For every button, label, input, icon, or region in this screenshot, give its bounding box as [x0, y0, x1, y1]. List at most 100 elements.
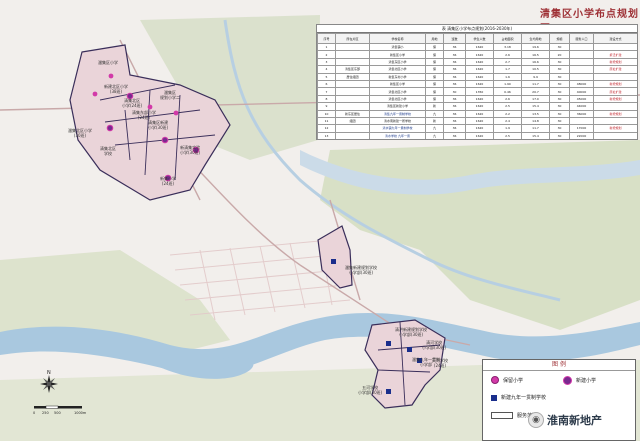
- table-cell: 2.6: [493, 50, 522, 59]
- table-cell: 1.9: [493, 124, 522, 133]
- table-cell: 45000: [569, 94, 594, 104]
- table-cell: [569, 57, 594, 67]
- table-cell: [593, 72, 637, 81]
- table-cell: 36: [443, 42, 466, 52]
- table-header-cell: 所在片区: [335, 33, 370, 44]
- table-cell: 新集区小学: [369, 50, 426, 59]
- table-cell: 1620: [465, 109, 494, 118]
- table-cell: 30: [549, 124, 570, 133]
- table-cell: 保: [425, 65, 444, 74]
- table-cell: 新集东村小学: [369, 72, 426, 81]
- table-row: 9 清集区新建小学新 36 1620 2.5 15.4 30 44000: [317, 102, 637, 111]
- table-cell: 7: [317, 87, 336, 96]
- table-cell: [335, 87, 370, 96]
- keep-school-marker: [173, 110, 179, 116]
- legend-nine-year-label: 新建九年一贯制学校: [501, 395, 547, 401]
- planning-table: 表 清集区小学布点规划(2016-2030年) 序号 所在片区 学校名称 用地 班数 学生…: [316, 24, 638, 140]
- table-cell: 1620: [465, 94, 494, 104]
- table-cell: 30: [549, 72, 570, 81]
- table-cell: 新: [425, 116, 444, 126]
- table-header-cell: 学校名称: [369, 33, 426, 44]
- table-cell: 12: [317, 124, 336, 133]
- table-cell: 清集镇小: [369, 42, 426, 52]
- table-cell: 新东区居住: [335, 109, 370, 118]
- table-cell: 3: [317, 57, 336, 67]
- watermark: ◉ 淮南新地产: [528, 412, 602, 428]
- table-cell: 30: [549, 116, 570, 126]
- table-row: 10 新东区居住 清集九年一贯制学校九 36 1620 2.2 13.5 30 36000 新增规…: [317, 109, 637, 118]
- table-cell: 保: [425, 72, 444, 81]
- table-cell: 2.2: [493, 109, 522, 118]
- table-cell: 清集北区小学: [369, 94, 426, 104]
- table-cell: 清集北区小学: [369, 87, 426, 96]
- table-header-cell: 规模: [549, 33, 570, 44]
- school-label: 天河学校 (24班): [432, 358, 448, 368]
- keep-school-marker: [92, 91, 98, 97]
- scale-label: 0: [33, 411, 35, 415]
- table-cell: 清水学校 九年一贯: [369, 131, 426, 139]
- table-cell: 6: [317, 79, 336, 89]
- table-cell: 2.5: [493, 102, 522, 111]
- table-cell: 1350: [465, 87, 494, 96]
- table-row: 13 清水学校 九年一贯九 36 1620 2.5 15.4 30 22000: [317, 131, 637, 139]
- school-label: 潘集新建规划学校 小学部(30班): [345, 265, 377, 275]
- table-cell: 36: [443, 50, 466, 59]
- table-header-cell: 服务人口: [569, 33, 594, 44]
- table-cell: 19.6: [521, 42, 550, 52]
- table-cell: [569, 72, 594, 81]
- table-cell: 36: [443, 116, 466, 126]
- nine-year-school-icon: [491, 394, 497, 401]
- keep-school-marker: [108, 73, 114, 79]
- table-cell: [593, 116, 637, 126]
- table-cell: 原址扩建: [593, 87, 637, 96]
- table-cell: 清水南新建一所学校: [369, 116, 426, 126]
- table-cell: 清集东区小学: [369, 57, 426, 67]
- table-cell: [569, 50, 594, 59]
- table-cell: 3.18: [493, 42, 522, 52]
- table-cell: 30: [549, 94, 570, 104]
- table-cell: 1620: [465, 102, 494, 111]
- table-cell: 1620: [465, 131, 494, 139]
- table-row: 4 清集区东部 清集北区小学保 36 1620 1.7 10.5 30 原址扩建: [317, 65, 637, 74]
- table-cell: 九: [425, 131, 444, 139]
- keep-school-icon: [491, 376, 499, 384]
- school-label: 五河学校 小学部(30班): [358, 385, 383, 395]
- table-cell: 2.6: [493, 94, 522, 104]
- school-label: 清集北区 学校: [100, 146, 116, 156]
- table-cell: 清水镇九年一贯制学校: [369, 124, 426, 133]
- table-cell: 17.0: [521, 94, 550, 104]
- table-cell: 保: [425, 94, 444, 104]
- table-cell: [335, 79, 370, 89]
- scale-bar: 0 250 500 1000m: [32, 400, 92, 415]
- boundary-icon: [491, 412, 513, 419]
- table-cell: 9.9: [521, 72, 550, 81]
- scale-label: 250: [42, 411, 49, 415]
- legend-title: 图 例: [483, 360, 635, 371]
- table-cell: [593, 102, 637, 111]
- table-cell: 36: [443, 57, 466, 67]
- table-cell: 2.7: [493, 57, 522, 67]
- nine-year-school-marker: [386, 389, 391, 394]
- nine-year-school-marker: [386, 341, 391, 346]
- table-cell: 36: [443, 131, 466, 139]
- table-row: 8 清集北区小学保 36 1620 2.6 17.0 30 45000 新增规划: [317, 94, 637, 104]
- table-cell: 5: [317, 72, 336, 81]
- table-cell: [569, 65, 594, 74]
- table-header-cell: 占地面积: [493, 33, 522, 44]
- table-cell: [335, 131, 370, 139]
- table-cell: [335, 102, 370, 111]
- table-cell: 清集区新建小学: [369, 102, 426, 111]
- table-cell: 30: [549, 65, 570, 74]
- table-cell: 0.46: [493, 87, 522, 96]
- table-header-cell: 生均用地: [521, 33, 550, 44]
- school-label: 清洪新建规划学校 小学部(30班): [395, 327, 427, 337]
- table-cell: 保: [425, 87, 444, 96]
- table-cell: [335, 42, 370, 52]
- table-cell: 36000: [569, 109, 594, 118]
- table-cell: 13.5: [521, 109, 550, 118]
- table-cell: [593, 42, 637, 52]
- school-label: 清集区新建 小学(30班): [148, 120, 169, 130]
- table-cell: 30: [549, 109, 570, 118]
- table-cell: 30: [443, 87, 466, 96]
- table-cell: 清集区东部: [335, 65, 370, 74]
